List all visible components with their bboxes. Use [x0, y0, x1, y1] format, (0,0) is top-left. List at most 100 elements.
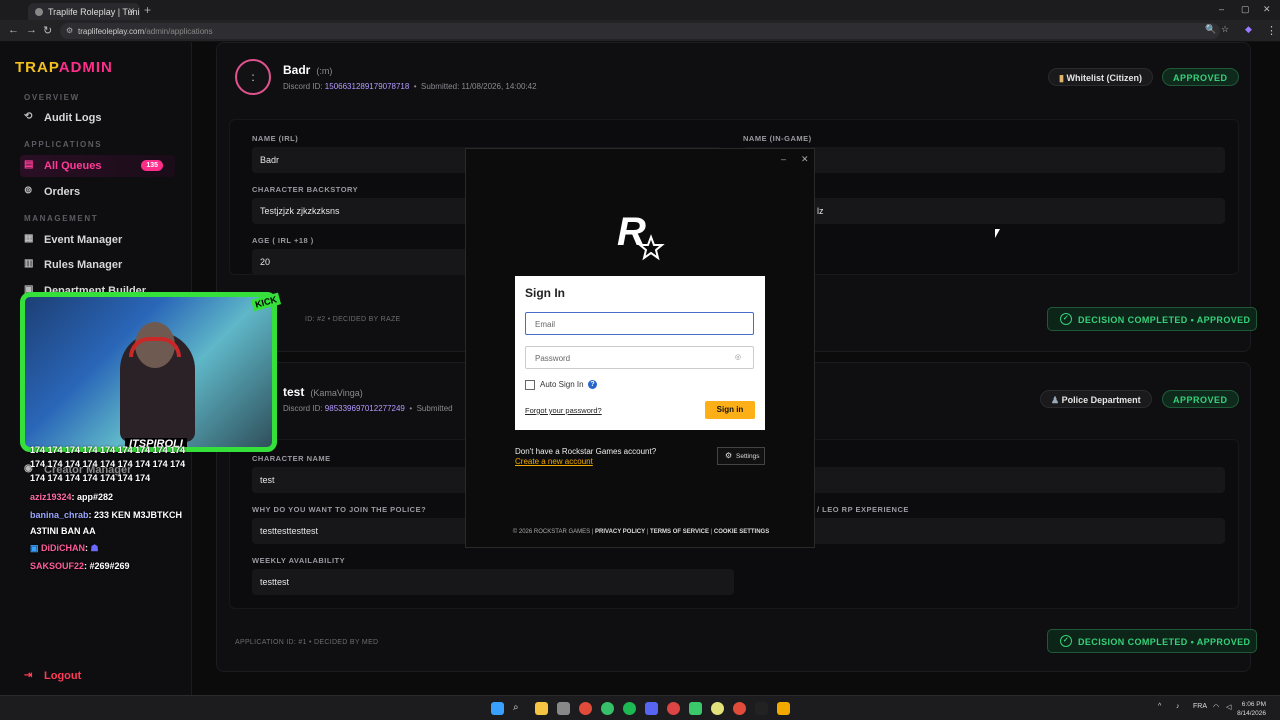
field-value: testtest — [252, 569, 734, 595]
privacy-link[interactable]: PRIVACY POLICY — [595, 529, 645, 535]
field-value: lz — [743, 198, 1225, 224]
sidebar-item-audit-logs[interactable]: ⟲ Audit Logs — [24, 107, 179, 129]
browser-tab[interactable]: Traplife Roleplay | Tunisian GTA ✕ — [28, 3, 140, 20]
auto-sign-in-label[interactable]: Auto Sign In — [540, 380, 584, 389]
no-account-text: Don't have a Rockstar Games account? — [515, 447, 657, 456]
app-icon[interactable] — [689, 702, 702, 715]
applicant-name: Badr (:m) — [283, 63, 333, 77]
maximize-button[interactable]: ▢ — [1241, 4, 1250, 15]
launcher-close-button[interactable]: ✕ — [801, 154, 809, 165]
app-icon[interactable] — [557, 702, 570, 715]
auto-sign-in-checkbox[interactable] — [525, 380, 535, 390]
settings-button[interactable]: ⚙ Settings — [717, 447, 765, 465]
status-badge: APPROVED — [1162, 390, 1239, 408]
reload-icon[interactable]: ↻ — [43, 24, 52, 37]
clock[interactable]: 6:06 PM 8/14/2026 — [1237, 700, 1266, 718]
chrome-icon[interactable] — [733, 702, 746, 715]
spotify-icon[interactable] — [623, 702, 636, 715]
browser-tab-bar: Traplife Roleplay | Tunisian GTA ✕ + – ▢… — [0, 0, 1280, 20]
extension-icon[interactable]: ◆ — [1245, 24, 1252, 35]
wifi-icon[interactable]: ◠ — [1213, 703, 1219, 711]
address-bar: ← → ↻ ⚙ traplifeoleplay.com/admin/applic… — [0, 20, 1280, 42]
sidebar-item-rules-manager[interactable]: ▥ Rules Manager — [24, 254, 179, 276]
volume-icon[interactable]: ◁ — [1226, 703, 1231, 711]
section-overview: OVERVIEW — [24, 93, 80, 102]
section-management: MANAGEMENT — [24, 214, 99, 223]
launcher-minimize-button[interactable]: – — [781, 154, 786, 164]
create-account-link[interactable]: Create a new account — [515, 457, 593, 466]
chat-message: A3TINI BAN AA — [30, 526, 96, 536]
browser-menu-icon[interactable]: ⋮ — [1266, 24, 1277, 37]
tab-close-icon[interactable]: ✕ — [127, 6, 135, 17]
applicant-meta: Discord ID: 1506631289179078718 • Submit… — [283, 82, 537, 91]
rockstar-launcher-icon[interactable] — [777, 702, 790, 715]
chrome-icon[interactable] — [579, 702, 592, 715]
check-circle-icon: ✓ — [1060, 635, 1072, 647]
calendar-icon: ▦ — [24, 233, 34, 244]
site-favicon-icon — [35, 8, 43, 16]
url-field[interactable]: ⚙ traplifeoleplay.com/admin/applications — [60, 23, 1220, 39]
sign-in-button[interactable]: Sign in — [705, 401, 755, 419]
chat-message: banina_chrab: 233 KEN M3JBTKCH — [30, 510, 183, 520]
app-icon[interactable] — [667, 702, 680, 715]
zoom-icon[interactable]: 🔍 — [1205, 24, 1216, 35]
back-icon[interactable]: ← — [8, 24, 19, 36]
show-password-icon[interactable]: ◎ — [735, 353, 741, 361]
application-footer: APPLICATION ID: #1 • DECIDED BY MED — [235, 639, 379, 646]
sign-in-form: Sign In Email Password ◎ Auto Sign In ? … — [515, 276, 765, 430]
logout-button[interactable]: ⇥ Logout — [24, 670, 81, 682]
start-icon[interactable] — [491, 702, 504, 715]
check-circle-icon: ✓ — [1060, 313, 1072, 325]
sidebar-item-event-manager[interactable]: ▦ Event Manager — [24, 229, 179, 251]
applicant-meta: Discord ID: 985339697012277249 • Submitt… — [283, 404, 453, 413]
cookie-settings-link[interactable]: COOKIE SETTINGS — [714, 529, 769, 535]
microphone-icon[interactable]: ♪ — [1176, 703, 1180, 710]
password-field[interactable]: Password ◎ — [525, 346, 754, 369]
help-icon[interactable]: ? — [588, 380, 597, 389]
field-label: NAME (IRL) — [252, 134, 299, 143]
sidebar-item-orders[interactable]: ⊚ Orders — [24, 181, 179, 203]
app-icon[interactable] — [755, 702, 768, 715]
chat-message: 174 174 174 174 174 174 174 174 174 — [30, 445, 186, 455]
logout-icon: ⇥ — [24, 670, 33, 681]
discord-icon[interactable] — [645, 702, 658, 715]
rockstar-logo-icon: R — [617, 211, 665, 261]
email-field[interactable]: Email — [525, 312, 754, 335]
mouse-cursor — [995, 229, 1000, 238]
file-explorer-icon[interactable] — [535, 702, 548, 715]
sign-in-title: Sign In — [525, 286, 565, 300]
document-icon: ▤ — [24, 159, 34, 170]
sidebar-item-all-queues[interactable]: ▤ All Queues 135 — [20, 155, 175, 177]
chat-badge-icon: ▣ — [30, 543, 39, 553]
window-close-button[interactable]: ✕ — [1263, 4, 1271, 15]
field-value — [743, 147, 1225, 173]
rockstar-launcher-window: – ✕ R Sign In Email Password ◎ Auto Sign… — [465, 148, 815, 548]
tab-title: Traplife Roleplay | Tunisian GTA — [48, 7, 140, 17]
terms-link[interactable]: TERMS OF SERVICE — [650, 529, 709, 535]
site-info-icon[interactable]: ⚙ — [66, 26, 73, 35]
forward-icon[interactable]: → — [26, 24, 37, 36]
avatar: : — [235, 59, 271, 95]
chat-message: aziz19324: app#282 — [30, 492, 114, 502]
field-label: NAME (IN-GAME) — [743, 134, 812, 143]
chat-message: 174 174 174 174 174 174 174 — [30, 473, 151, 483]
application-footer: ID: #2 • DECIDED BY RAZE — [305, 316, 401, 323]
launcher-footer: © 2026 ROCKSTAR GAMES | PRIVACY POLICY |… — [512, 529, 770, 535]
url-domain: traplifeoleplay.com — [78, 27, 145, 36]
search-icon[interactable]: ⌕ — [513, 702, 526, 715]
language-indicator[interactable]: FRA — [1193, 703, 1207, 710]
field-label: WEEKLY AVAILABILITY — [252, 556, 346, 565]
taskbar: ⌕ ^ ♪ FRA ◠ ◁ 6:06 PM 8/14/2026 — [0, 695, 1280, 720]
bookmark-star-icon[interactable]: ☆ — [1221, 24, 1229, 35]
forgot-password-link[interactable]: Forgot your password? — [525, 406, 602, 415]
discord-id: 1506631289179078718 — [324, 82, 410, 91]
chat-message: SAKSOUF22: #269#269 — [30, 561, 130, 571]
minimize-button[interactable]: – — [1219, 4, 1224, 14]
field-label: CHARACTER BACKSTORY — [252, 185, 359, 194]
status-badge: APPROVED — [1162, 68, 1239, 86]
new-tab-button[interactable]: + — [144, 3, 151, 17]
app-icon[interactable] — [711, 702, 724, 715]
tray-chevron-icon[interactable]: ^ — [1158, 703, 1161, 710]
app-icon[interactable] — [601, 702, 614, 715]
book-icon: ▥ — [24, 258, 34, 269]
